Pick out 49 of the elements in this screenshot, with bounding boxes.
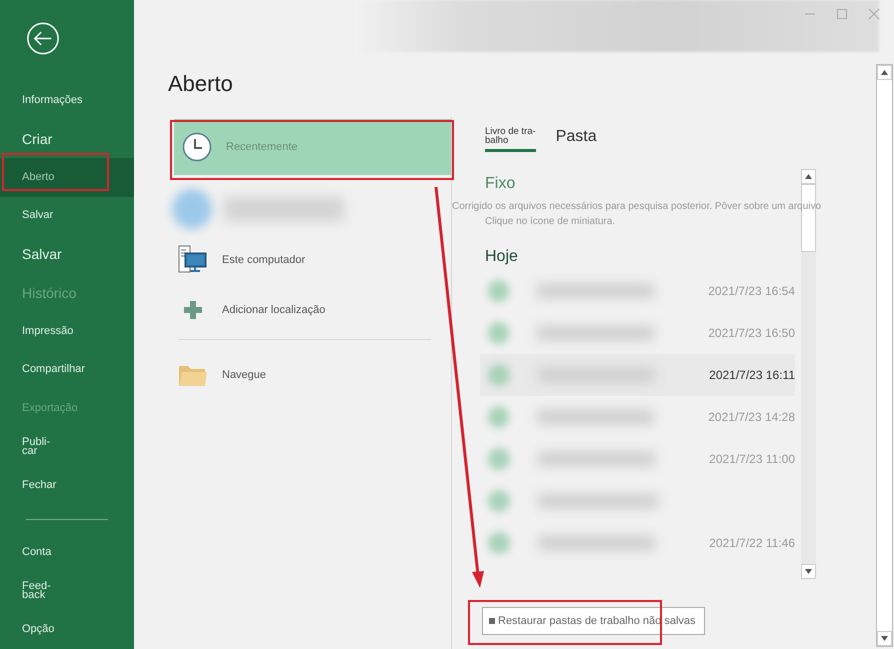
sidebar-item[interactable]: Feed- back bbox=[0, 572, 134, 610]
up-arrow-icon[interactable] bbox=[881, 70, 888, 75]
page-title: Aberto bbox=[168, 71, 234, 98]
location-label: Adicionar localização bbox=[222, 304, 326, 316]
recent-file[interactable]: 2021/7/23 16:50 bbox=[480, 312, 795, 354]
sidebar-item[interactable]: Publi- car bbox=[0, 428, 134, 466]
location-item[interactable]: Este computador bbox=[178, 235, 431, 285]
down-arrow-icon[interactable] bbox=[881, 636, 888, 641]
sidebar-item[interactable]: Impressão bbox=[0, 312, 134, 350]
computer-icon bbox=[178, 245, 208, 275]
recent-file[interactable]: 2021/7/23 16:54 bbox=[480, 270, 795, 312]
hint-text: Clique no ícone de miniatura. bbox=[485, 216, 616, 228]
restore-button[interactable]: Restaurar pastas de trabalho não salvas bbox=[482, 607, 705, 635]
scrollbar[interactable] bbox=[876, 64, 893, 647]
sidebar-item[interactable]: Informações bbox=[0, 81, 134, 120]
recent-file[interactable]: 2021/7/23 16:11 bbox=[480, 354, 795, 396]
sidebar-item[interactable]: Criar bbox=[0, 120, 134, 158]
file-icon bbox=[489, 618, 495, 624]
sidebar-item[interactable]: Aberto bbox=[0, 158, 134, 196]
recent-file[interactable]: 2021/7/22 11:46 bbox=[480, 522, 795, 564]
hint-text: Corrigido os arquivos necessários para pesquisa posterior. Pôver sobre um arquivo bbox=[452, 201, 822, 213]
sidebar-item[interactable]: Conta bbox=[0, 534, 134, 572]
location-item[interactable]: Adicionar localização bbox=[178, 285, 431, 335]
sidebar-item[interactable]: Opção bbox=[0, 610, 134, 649]
location-label: Navegue bbox=[222, 369, 266, 381]
down-arrow-icon[interactable] bbox=[805, 569, 812, 574]
file-date: 2021/7/23 16:54 bbox=[708, 284, 795, 298]
location-label: Este computador bbox=[222, 254, 306, 266]
location-label: Recentemente bbox=[226, 141, 298, 153]
close-icon[interactable] bbox=[868, 8, 880, 20]
up-arrow-icon[interactable] bbox=[805, 174, 812, 179]
file-date: 2021/7/23 11:00 bbox=[709, 452, 795, 466]
sidebar-item[interactable]: Compartilhar bbox=[0, 350, 134, 389]
recent-file[interactable]: 2021/7/23 11:00 bbox=[480, 438, 795, 480]
location-item[interactable]: Navegue bbox=[178, 350, 431, 400]
clock-icon bbox=[182, 132, 212, 162]
section-heading: Fixo bbox=[485, 175, 516, 194]
recent-file[interactable]: 2021/7/23 14:28 bbox=[480, 396, 795, 438]
tab[interactable]: Livro de tra- balho bbox=[485, 125, 536, 152]
maximize-icon[interactable] bbox=[836, 8, 848, 20]
sidebar-item[interactable]: Salvar bbox=[0, 196, 134, 235]
file-date: 2021/7/23 14:28 bbox=[708, 410, 795, 424]
file-date: 2021/7/22 11:46 bbox=[709, 536, 795, 550]
tab[interactable]: Pasta bbox=[556, 125, 597, 150]
section-heading: Hoje bbox=[485, 248, 519, 267]
file-date: 2021/7/23 16:11 bbox=[709, 368, 795, 382]
file-date: 2021/7/23 16:50 bbox=[708, 326, 795, 340]
sidebar-item[interactable]: Salvar bbox=[0, 235, 134, 274]
sidebar-item[interactable]: Fechar bbox=[0, 466, 134, 504]
